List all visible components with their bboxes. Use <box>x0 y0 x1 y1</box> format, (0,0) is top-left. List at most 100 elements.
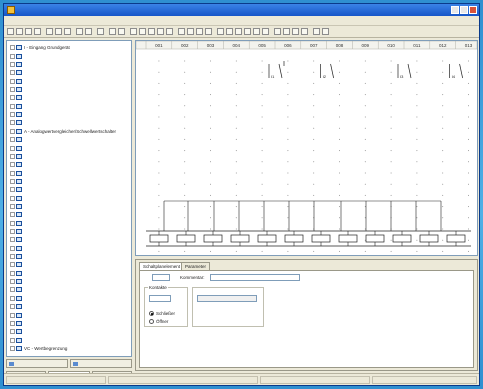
save-icon[interactable] <box>25 28 32 35</box>
toolbar-button[interactable] <box>244 28 251 35</box>
help-icon[interactable] <box>97 28 104 35</box>
tree-item[interactable] <box>10 178 24 186</box>
coil-block[interactable] <box>419 234 439 243</box>
tree-item[interactable] <box>10 169 24 177</box>
tree-item[interactable] <box>10 219 24 227</box>
contact-select[interactable] <box>149 295 171 302</box>
expand-icon[interactable] <box>10 162 15 168</box>
new-file-icon[interactable] <box>7 28 14 35</box>
maximize-button[interactable] <box>460 6 468 14</box>
undo-icon[interactable] <box>76 28 83 35</box>
toolbar-button[interactable] <box>148 28 155 35</box>
tree-item[interactable] <box>10 295 24 303</box>
tree-item[interactable] <box>10 111 24 119</box>
tree-item[interactable] <box>10 153 24 161</box>
toolbar-button[interactable] <box>283 28 290 35</box>
tree-item[interactable]: I - Eingang Grundgerät <box>10 44 70 52</box>
tree-item[interactable] <box>10 228 24 236</box>
tree-item[interactable] <box>10 61 24 69</box>
tree-item[interactable] <box>10 311 24 319</box>
coil-block[interactable] <box>149 234 169 243</box>
contact-symbol[interactable] <box>459 63 463 79</box>
minimize-button[interactable] <box>451 6 459 14</box>
expand-icon[interactable] <box>10 120 15 126</box>
paste-icon[interactable] <box>64 28 71 35</box>
tree-item[interactable] <box>10 77 24 85</box>
title-bar[interactable] <box>4 4 479 16</box>
zoom-icon[interactable] <box>205 28 212 35</box>
coil-block[interactable] <box>257 234 277 243</box>
toolbar-button[interactable] <box>217 28 224 35</box>
contact-symbol[interactable] <box>407 63 412 79</box>
zoom-fit-icon[interactable] <box>196 28 203 35</box>
expand-icon[interactable] <box>10 145 15 151</box>
expand-icon[interactable] <box>10 229 15 234</box>
tree-item[interactable] <box>10 69 24 77</box>
toolbar-button[interactable] <box>235 28 242 35</box>
left-tab[interactable] <box>6 359 68 368</box>
contact-symbol[interactable] <box>330 63 334 79</box>
zoom-out-icon[interactable] <box>187 28 194 35</box>
tree-item[interactable] <box>10 186 24 194</box>
expand-icon[interactable] <box>10 128 15 134</box>
toolbar-button[interactable] <box>166 28 173 35</box>
number-field[interactable] <box>152 274 170 281</box>
tree-item[interactable] <box>10 253 24 261</box>
circuit-diagram-canvas[interactable]: 001 002 003 004 005 006 007 008 009 010 011 012 013 I… <box>135 40 478 256</box>
tree-item[interactable] <box>10 320 24 328</box>
tree-item[interactable] <box>10 244 24 252</box>
tree-item[interactable]: VC - Wertbegrenzung <box>10 345 67 353</box>
expand-icon[interactable] <box>10 320 15 326</box>
coil-block[interactable] <box>392 234 412 243</box>
normally-closed-radio[interactable] <box>149 319 154 324</box>
coil-block[interactable] <box>230 234 250 243</box>
expand-icon[interactable] <box>10 195 15 201</box>
tree-item[interactable] <box>10 119 24 127</box>
expand-icon[interactable] <box>10 78 15 84</box>
toolbar-button[interactable] <box>292 28 299 35</box>
expand-icon[interactable] <box>10 295 15 301</box>
expand-icon[interactable] <box>10 345 15 351</box>
coil-block[interactable] <box>203 234 223 243</box>
toolbar-button[interactable] <box>139 28 146 35</box>
toolbar-button[interactable] <box>157 28 164 35</box>
coil-block[interactable] <box>338 234 358 243</box>
tree-item[interactable] <box>10 86 24 94</box>
expand-icon[interactable] <box>10 153 15 159</box>
expand-icon[interactable] <box>10 279 15 285</box>
tree-item[interactable] <box>10 336 24 344</box>
expand-icon[interactable] <box>10 254 15 260</box>
expand-icon[interactable] <box>10 187 15 193</box>
expand-icon[interactable] <box>10 87 15 93</box>
expand-icon[interactable] <box>10 178 15 184</box>
coil-block[interactable] <box>176 234 196 243</box>
zoom-in-icon[interactable] <box>178 28 185 35</box>
toolbar-button[interactable] <box>301 28 308 35</box>
expand-icon[interactable] <box>10 170 15 176</box>
tree-item[interactable] <box>10 52 24 60</box>
coil-block[interactable] <box>284 234 304 243</box>
expand-icon[interactable] <box>10 287 15 293</box>
expand-icon[interactable] <box>10 212 15 218</box>
toolbar-button[interactable] <box>130 28 137 35</box>
coil-block[interactable] <box>311 234 331 243</box>
expand-icon[interactable] <box>10 70 15 76</box>
close-button[interactable] <box>469 6 477 14</box>
tree-item[interactable] <box>10 144 24 152</box>
expand-icon[interactable] <box>10 245 15 251</box>
expand-icon[interactable] <box>10 237 15 243</box>
toolbar-button[interactable] <box>253 28 260 35</box>
tree-item[interactable] <box>10 236 24 244</box>
expand-icon[interactable] <box>10 220 15 226</box>
expand-icon[interactable] <box>10 337 15 343</box>
open-folder-icon[interactable] <box>16 28 23 35</box>
expand-icon[interactable] <box>10 53 15 59</box>
tree-item[interactable] <box>10 269 24 277</box>
toolbar-button[interactable] <box>118 28 125 35</box>
tree-item[interactable] <box>10 194 24 202</box>
contact-symbol[interactable] <box>278 63 283 79</box>
expand-icon[interactable] <box>10 262 15 268</box>
normally-open-radio[interactable] <box>149 311 154 316</box>
tree-item[interactable] <box>10 303 24 311</box>
expand-icon[interactable] <box>10 304 15 310</box>
